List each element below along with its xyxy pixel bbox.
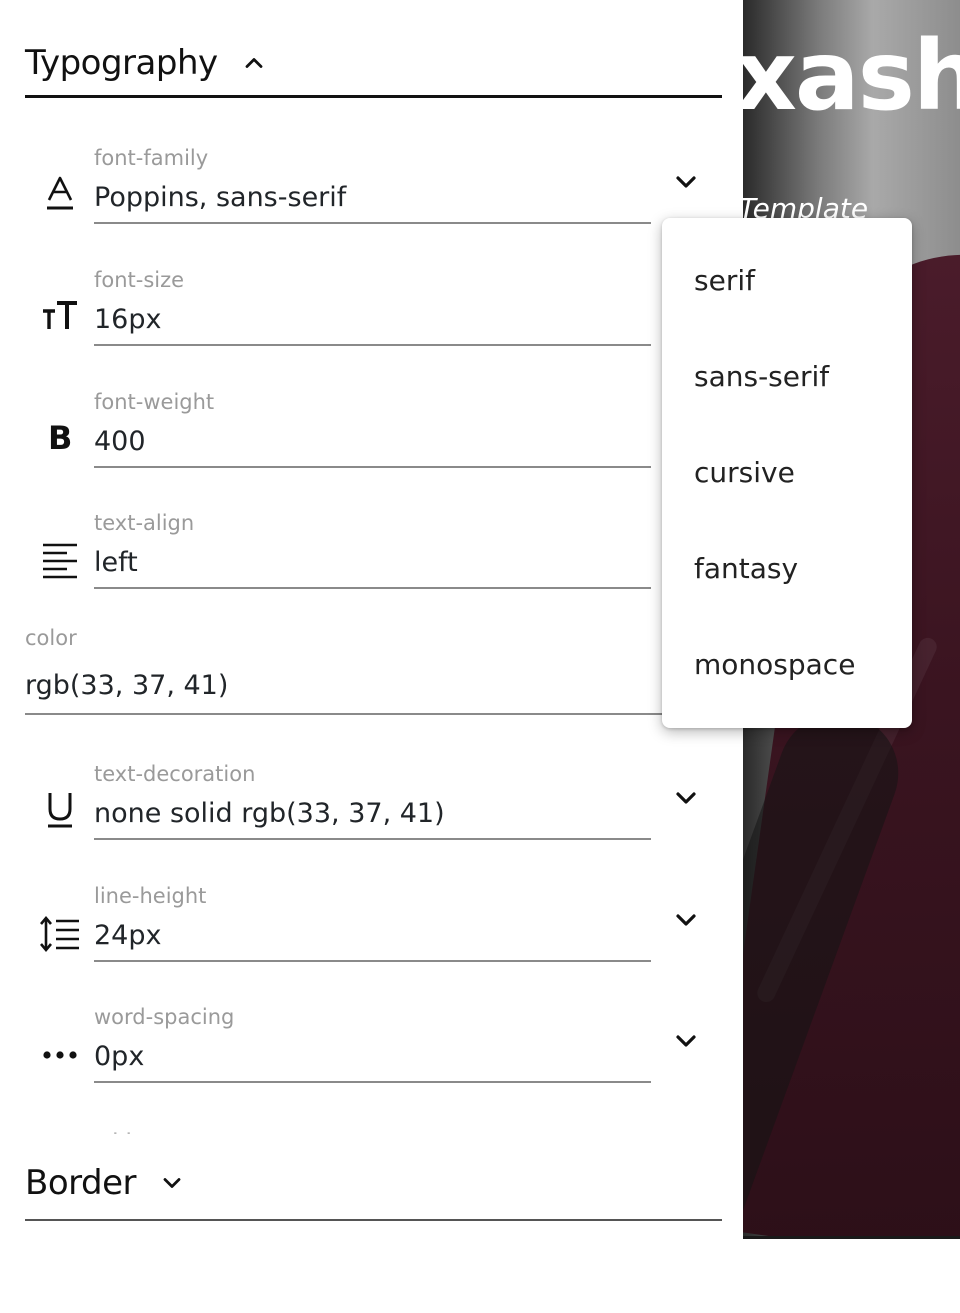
- menu-option-cursive[interactable]: cursive: [662, 424, 912, 520]
- border-section-header[interactable]: Border: [25, 1146, 722, 1221]
- preview-hero-title: xash: [743, 20, 960, 132]
- chevron-down-icon[interactable]: [670, 904, 702, 936]
- field-label: font-family: [94, 146, 209, 170]
- field-label: line-height: [94, 884, 207, 908]
- color-field: color rgb(33, 37, 41): [25, 626, 665, 716]
- typography-title: Typography: [25, 42, 218, 83]
- field-label: word-spacing: [94, 1005, 235, 1029]
- text-decoration-field: text-decoration none solid rgb(33, 37, 4…: [0, 762, 720, 883]
- color-input[interactable]: rgb(33, 37, 41): [25, 666, 665, 715]
- chevron-up-icon[interactable]: [240, 49, 268, 77]
- menu-option-serif[interactable]: serif: [662, 232, 912, 328]
- text-decoration-input[interactable]: none solid rgb(33, 37, 41): [94, 794, 651, 840]
- field-label: text-align: [94, 511, 195, 535]
- menu-option-monospace[interactable]: monospace: [662, 616, 912, 712]
- typography-section-header[interactable]: Typography: [25, 30, 722, 98]
- menu-option-sans-serif[interactable]: sans-serif: [662, 328, 912, 424]
- chevron-down-icon[interactable]: [670, 1025, 702, 1057]
- chevron-down-icon[interactable]: [670, 166, 702, 198]
- font-family-icon: [38, 172, 82, 216]
- text-align-input[interactable]: left: [94, 543, 651, 589]
- underline-icon: [38, 788, 82, 832]
- font-weight-field: B font-weight 400: [0, 390, 720, 511]
- align-left-icon: [38, 538, 82, 582]
- line-height-icon: [38, 912, 82, 956]
- clipped-field-label: · · ·: [112, 1124, 142, 1134]
- chevron-down-icon[interactable]: [670, 782, 702, 814]
- field-label: color: [25, 626, 77, 650]
- word-spacing-input[interactable]: 0px: [94, 1037, 651, 1083]
- field-label: font-size: [94, 268, 185, 292]
- chevron-down-icon[interactable]: [158, 1169, 186, 1197]
- preview-footer-strip: [743, 1236, 960, 1313]
- font-weight-input[interactable]: 400: [94, 422, 651, 468]
- text-align-field: text-align left: [0, 511, 720, 632]
- bold-icon: B: [38, 414, 82, 458]
- font-size-field: font-size 16px: [0, 268, 720, 389]
- font-size-input[interactable]: 16px: [94, 300, 651, 346]
- svg-text:B: B: [48, 419, 72, 453]
- menu-option-fantasy[interactable]: fantasy: [662, 520, 912, 616]
- style-panel: Typography font-family Poppins, sans-ser…: [0, 0, 743, 1313]
- more-horizontal-icon: [38, 1033, 82, 1077]
- border-title: Border: [25, 1162, 137, 1203]
- field-label: font-weight: [94, 390, 215, 414]
- font-family-dropdown-menu: serif sans-serif cursive fantasy monospa…: [662, 218, 912, 728]
- font-size-icon: [38, 294, 82, 338]
- field-label: text-decoration: [94, 762, 256, 786]
- font-family-field: font-family Poppins, sans-serif: [0, 146, 720, 267]
- word-spacing-field: word-spacing 0px: [0, 1005, 720, 1126]
- line-height-input[interactable]: 24px: [94, 916, 651, 962]
- font-family-input[interactable]: Poppins, sans-serif: [94, 178, 651, 224]
- line-height-field: line-height 24px: [0, 884, 720, 1005]
